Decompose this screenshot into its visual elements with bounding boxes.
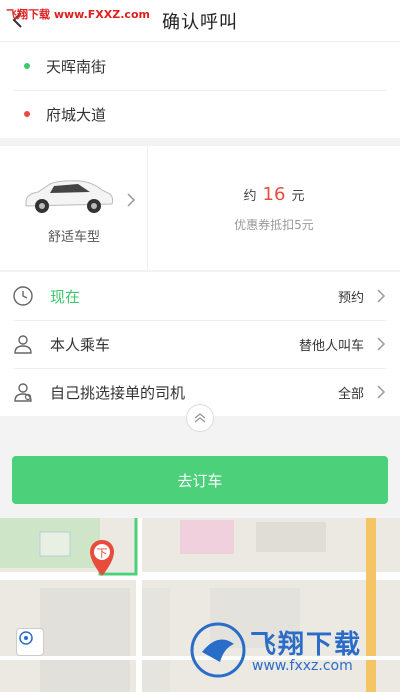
driver-filter-link[interactable]: 全部: [338, 383, 364, 402]
end-address: 府城大道: [46, 105, 107, 124]
chevron-right-icon: [377, 289, 386, 303]
car-icon: [25, 180, 114, 213]
price-prefix: 约: [243, 189, 257, 204]
watermark-logo: 飞翔下载 www.fxxz.com: [190, 618, 390, 686]
logo-icon: [190, 622, 246, 678]
time-now-label: 现在: [50, 288, 81, 306]
coupon-text: 优惠券抵扣5元: [234, 218, 314, 232]
watermark-text: 飞翔下载: [250, 630, 363, 660]
clock-icon: [13, 286, 33, 306]
locate-button[interactable]: [16, 628, 44, 656]
car-type-label: 舒适车型: [47, 230, 100, 245]
end-dot-icon: [24, 111, 30, 117]
map-view[interactable]: 下 飞翔下载 www.fxxz.com: [0, 518, 400, 692]
driver-icon: [14, 383, 32, 402]
book-button[interactable]: 去订车: [12, 456, 388, 504]
header-bar: 飞翔下载 www.FXXZ.com 确认呼叫: [0, 0, 400, 42]
passenger-label: 本人乘车: [50, 336, 111, 354]
watermark-url: www.fxxz.com: [252, 658, 353, 674]
time-option-row[interactable]: 现在 预约: [0, 272, 400, 320]
address-panel: 天晖南街 府城大道: [0, 42, 400, 138]
passenger-option-row[interactable]: 本人乘车 替他人叫车: [0, 320, 400, 368]
map-pin-icon: 下: [90, 540, 114, 576]
map-marker-text: 下: [97, 547, 108, 560]
page-title: 确认呼叫: [162, 11, 238, 33]
watermark-top: 飞翔下载 www.FXXZ.com: [6, 8, 150, 21]
start-dot-icon: [24, 63, 30, 69]
chevron-right-icon: [377, 337, 386, 351]
chevron-right-icon: [377, 385, 386, 399]
double-chevron-up-icon: [194, 413, 206, 423]
car-price-panel: 舒适车型 约 16 元 优惠券抵扣5元: [0, 146, 400, 270]
price-estimate: 约 16 元: [148, 184, 400, 205]
price-unit: 元: [291, 189, 305, 204]
person-icon: [14, 335, 32, 354]
end-address-row[interactable]: 府城大道: [0, 90, 400, 138]
price-amount: 16: [262, 184, 286, 205]
options-panel: 现在 预约 本人乘车 替他人叫车 自己挑选接单的司机 全部: [0, 272, 400, 416]
car-type-selector[interactable]: 舒适车型: [0, 146, 148, 270]
collapse-button[interactable]: [186, 404, 214, 432]
crosshair-icon: [19, 631, 33, 645]
start-address-row[interactable]: 天晖南街: [0, 42, 400, 90]
call-for-others-link[interactable]: 替他人叫车: [299, 335, 364, 354]
chevron-right-icon: [127, 193, 136, 207]
reserve-link[interactable]: 预约: [338, 287, 364, 306]
start-address: 天晖南街: [46, 57, 107, 76]
driver-select-label: 自己挑选接单的司机: [50, 384, 186, 402]
